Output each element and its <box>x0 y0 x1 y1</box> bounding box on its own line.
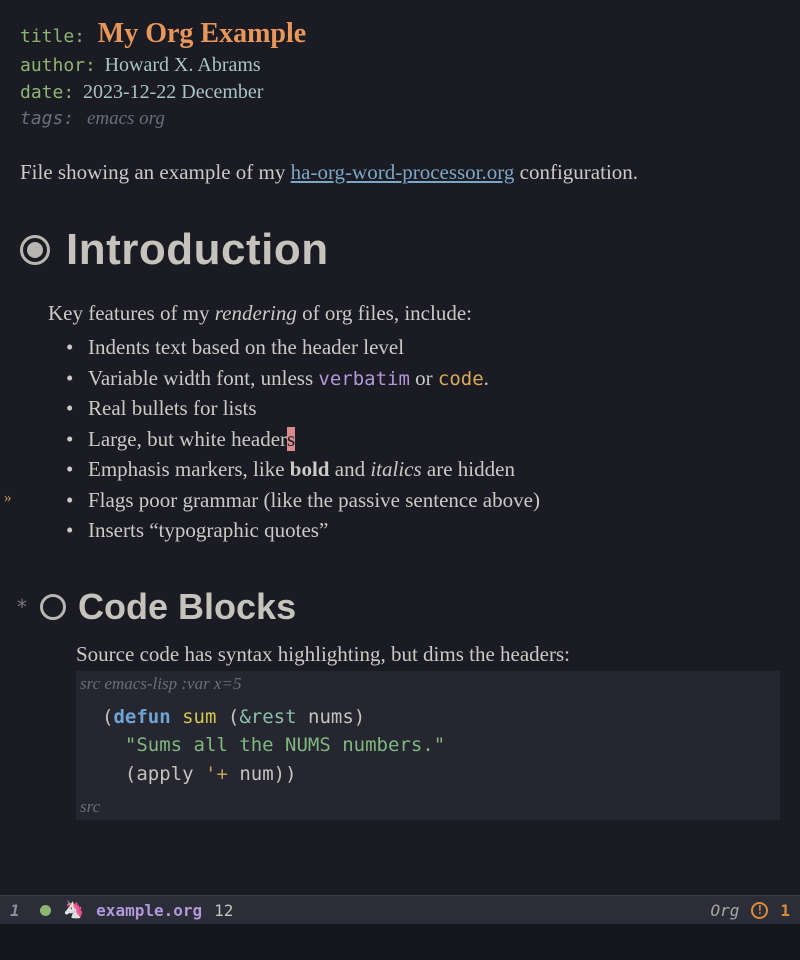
meta-tags-row: tags: emacs org <box>20 108 780 130</box>
document-title: My Org Example <box>98 18 306 49</box>
minibuffer[interactable] <box>0 924 800 960</box>
warning-icon[interactable]: ! <box>751 902 768 919</box>
source-block[interactable]: src emacs-lisp :var x=5 (defun sum (&res… <box>76 671 780 821</box>
heading-code-blocks[interactable]: * Code Blocks <box>16 586 780 628</box>
modeline-line-number: 1 <box>10 901 28 920</box>
meta-title-row: title: My Org Example <box>20 18 780 50</box>
list-item: Large, but white headers <box>66 424 780 454</box>
meta-title-key: title: <box>20 26 85 47</box>
modeline-major-mode[interactable]: Org <box>710 901 739 920</box>
config-link[interactable]: ha-org-word-processor.org <box>291 160 515 184</box>
cursor-icon: s <box>287 427 295 451</box>
code-text: code <box>438 368 484 390</box>
source-block-header: src emacs-lisp :var x=5 <box>76 671 780 697</box>
fringe-marker-icon: » <box>4 490 12 507</box>
document-author: Howard X. Abrams <box>105 54 261 76</box>
meta-date-key: date: <box>20 82 74 103</box>
heading-star-icon: * <box>16 595 28 619</box>
list-item: Variable width font, unless verbatim or … <box>66 363 780 394</box>
meta-date-row: date: 2023-12-22 December <box>20 81 780 104</box>
feature-list: Indents text based on the header level V… <box>66 332 780 545</box>
list-item: Indents text based on the header level <box>66 332 780 362</box>
section-introduction: Introduction Key features of my renderin… <box>20 225 780 545</box>
modeline-status-dot-icon <box>40 905 51 916</box>
verbatim-text: verbatim <box>318 368 410 390</box>
list-item: Real bullets for lists <box>66 393 780 423</box>
editor-buffer[interactable]: title: My Org Example author: Howard X. … <box>0 0 800 895</box>
section-code-blocks: * Code Blocks Source code has syntax hig… <box>20 586 780 821</box>
heading-bullet-icon <box>40 594 66 620</box>
heading-text: Introduction <box>66 225 329 275</box>
code-section-para: Source code has syntax highlighting, but… <box>76 642 780 667</box>
modeline-warning-count[interactable]: 1 <box>780 901 790 920</box>
features-intro-line: Key features of my rendering of org file… <box>48 301 780 326</box>
list-item: Inserts “typographic quotes” <box>66 515 780 545</box>
modeline-column: 12 <box>214 901 233 920</box>
meta-tags-key: tags: <box>20 108 74 129</box>
list-item: Emphasis markers, like bold and italics … <box>66 454 780 484</box>
heading-bullet-icon <box>20 235 50 265</box>
source-block-footer: src <box>76 794 780 820</box>
modeline-filename[interactable]: example.org <box>96 901 202 920</box>
meta-author-key: author: <box>20 55 96 76</box>
heading-text: Code Blocks <box>78 586 296 628</box>
document-date: 2023-12-22 December <box>83 81 264 103</box>
meta-author-row: author: Howard X. Abrams <box>20 54 780 77</box>
source-code[interactable]: (defun sum (&rest nums) "Sums all the NU… <box>76 697 780 795</box>
modeline-unicorn-icon: 🦄 <box>63 900 84 920</box>
document-tags: emacs org <box>87 108 165 129</box>
modeline[interactable]: 1 🦄 example.org 12 Org ! 1 <box>0 895 800 924</box>
heading-introduction[interactable]: Introduction <box>20 225 780 275</box>
intro-paragraph: File showing an example of my ha-org-wor… <box>20 158 780 187</box>
list-item: Flags poor grammar (like the passive sen… <box>66 485 780 515</box>
